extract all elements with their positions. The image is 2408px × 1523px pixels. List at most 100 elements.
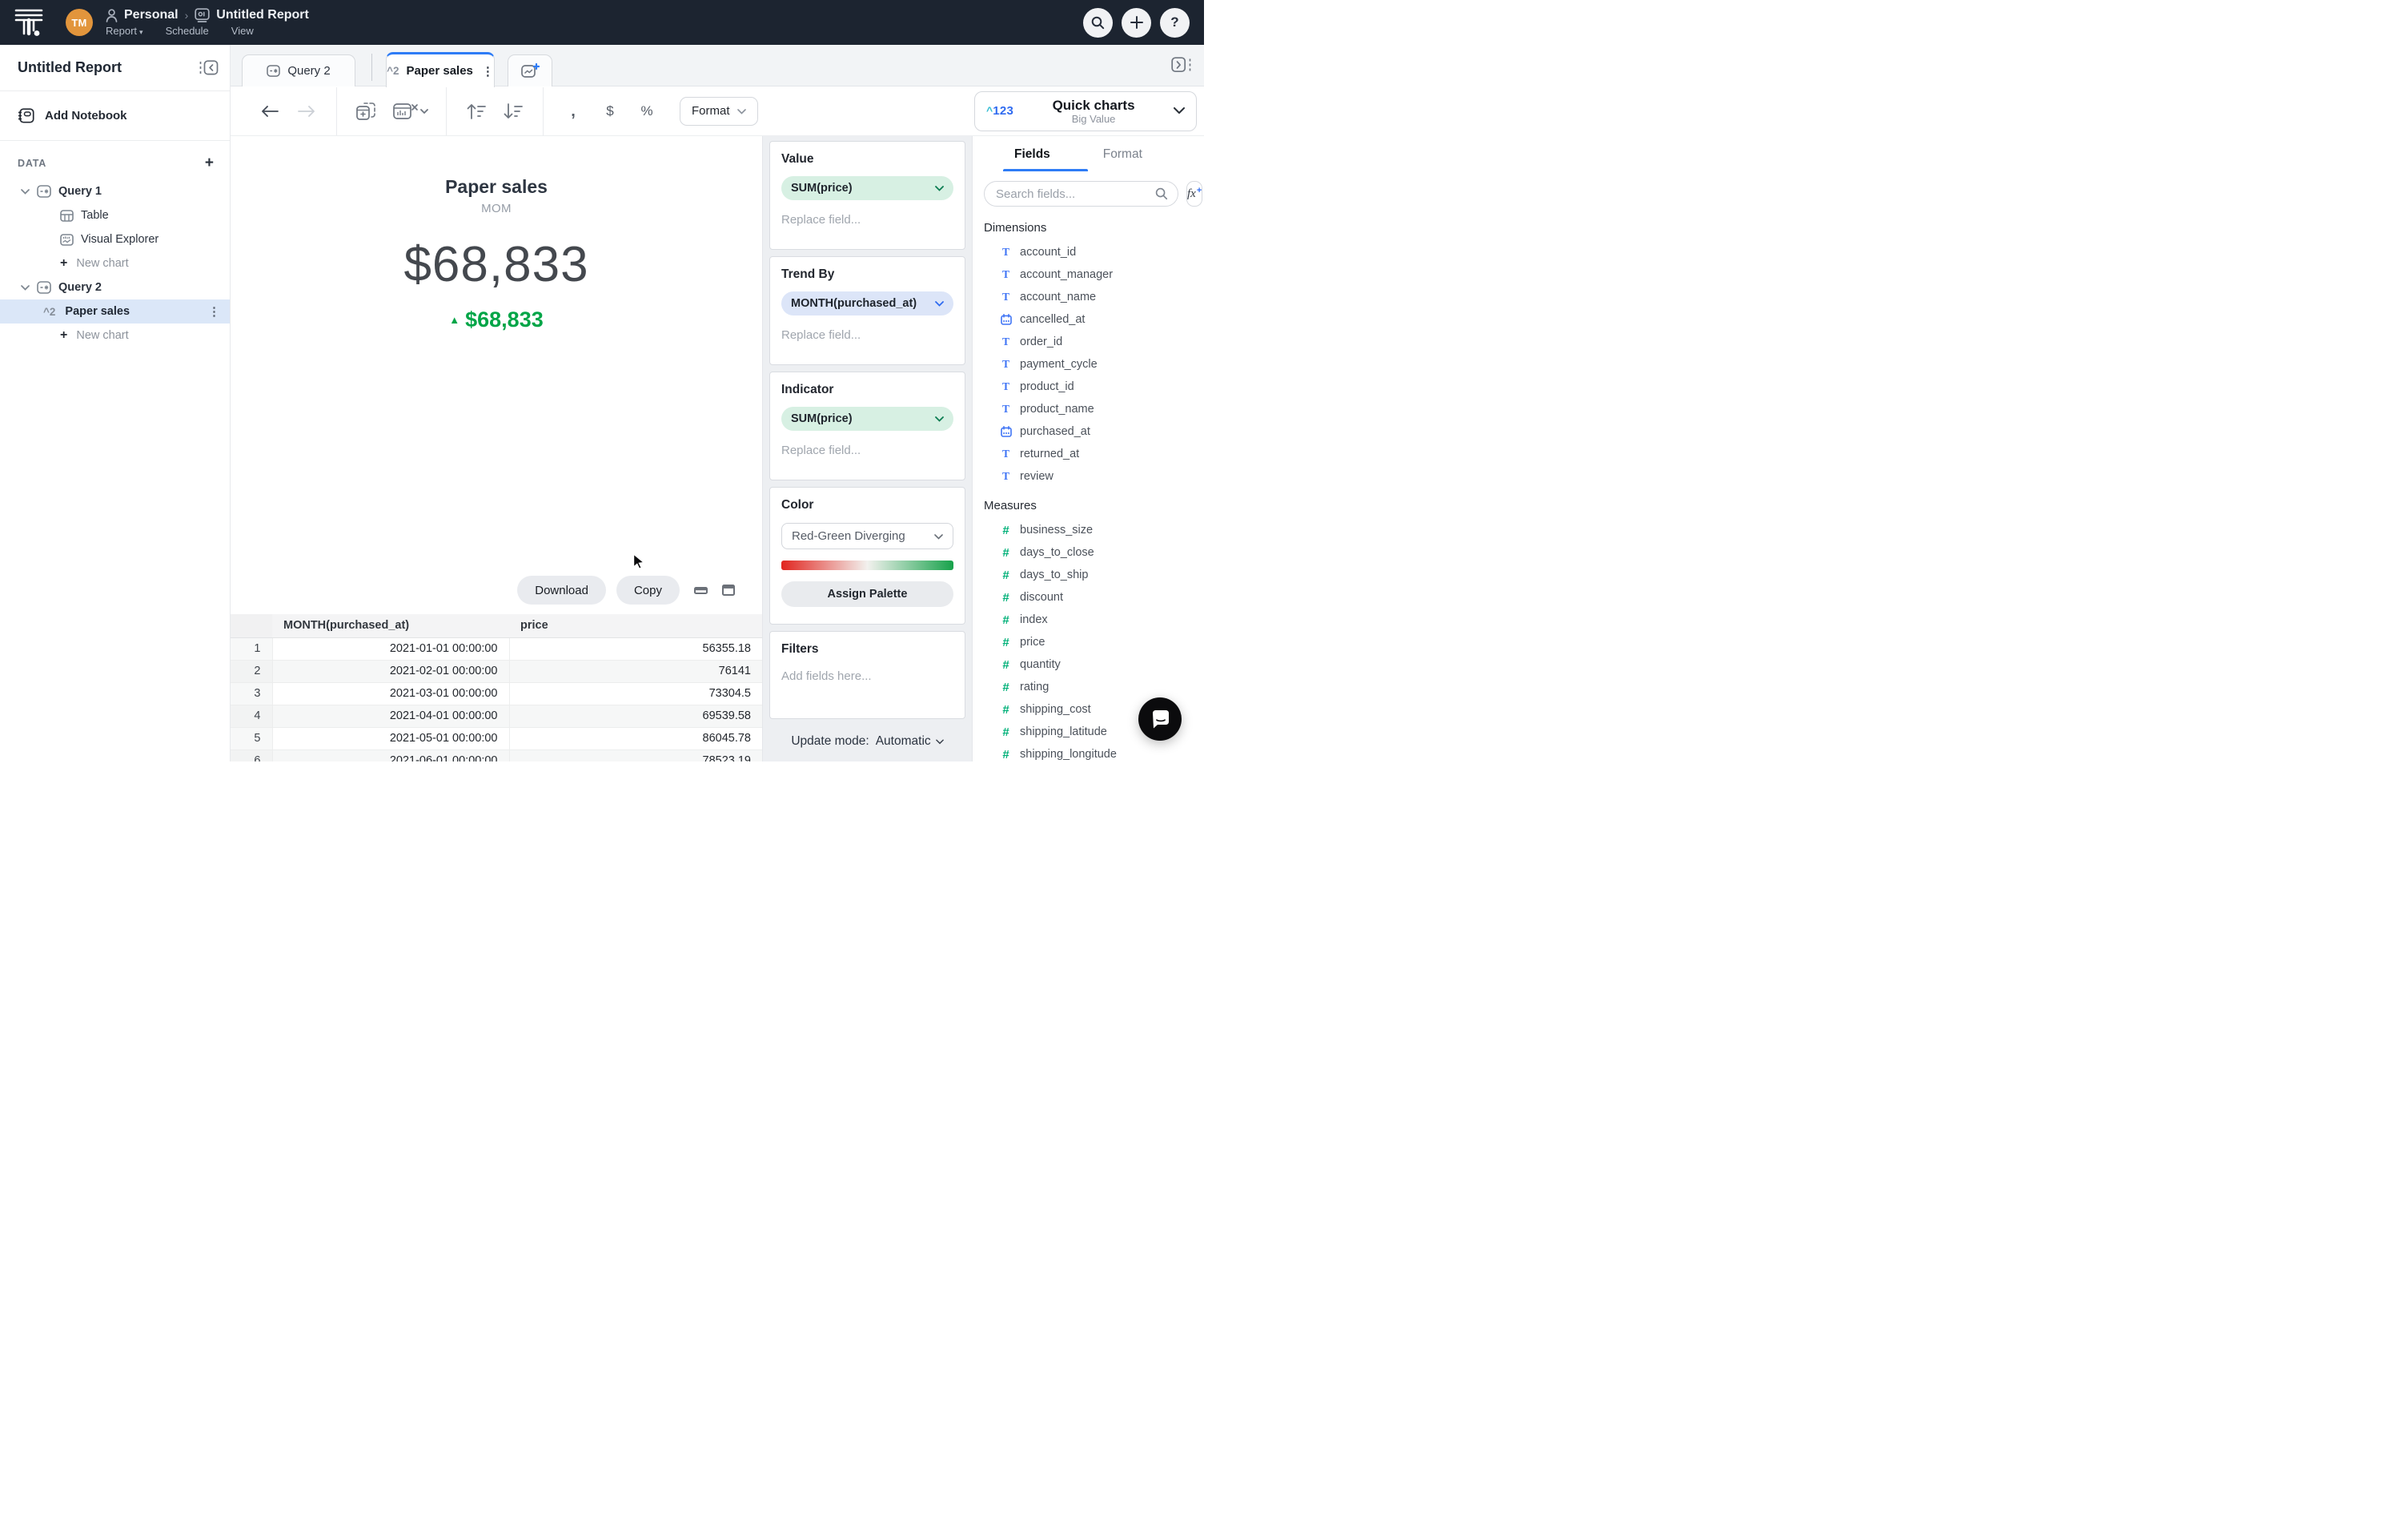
value-field-pill[interactable]: SUM(price) <box>781 176 953 200</box>
filters-drop-zone[interactable]: Add fields here... <box>781 669 953 683</box>
collapse-right-panel-button[interactable] <box>1171 57 1191 77</box>
collapse-sidebar-button[interactable] <box>199 60 219 75</box>
search-button[interactable] <box>1083 7 1113 38</box>
field-item[interactable]: T review <box>973 465 1204 488</box>
user-avatar[interactable]: TM <box>66 9 93 36</box>
field-item[interactable]: T product_name <box>973 398 1204 420</box>
tree-item-new-chart-query1[interactable]: + New chart <box>0 251 230 275</box>
tree-item-paper-sales[interactable]: ^2 Paper sales ⋮ <box>0 299 230 323</box>
field-item[interactable]: # quantity <box>973 653 1204 676</box>
field-item[interactable]: # days_to_close <box>973 541 1204 564</box>
field-item[interactable]: T account_manager <box>973 263 1204 286</box>
table-row[interactable]: 4 2021-04-01 00:00:00 69539.58 <box>231 705 762 728</box>
menu-view[interactable]: View <box>231 25 254 37</box>
trend-by-replace-field[interactable]: Replace field... <box>781 328 953 342</box>
search-fields-box[interactable] <box>984 181 1178 207</box>
sort-descending-button[interactable] <box>501 102 525 120</box>
breadcrumb-workspace[interactable]: Personal <box>124 8 179 22</box>
chart-canvas: Paper sales MOM $68,833 ▲ $68,833 Downlo… <box>231 136 762 762</box>
format-dropdown[interactable]: Format <box>680 96 758 126</box>
field-item[interactable]: # price <box>973 631 1204 653</box>
chevron-down-icon[interactable] <box>21 284 30 291</box>
field-label: rating <box>1020 681 1049 693</box>
duplicate-chart-button[interactable] <box>355 102 379 121</box>
add-data-button[interactable]: + <box>205 155 214 172</box>
tree-label: New chart <box>76 329 129 342</box>
tab-paper-sales-active[interactable]: ^2 Paper sales ⋮ <box>386 52 495 87</box>
search-fields-input[interactable] <box>996 187 1155 201</box>
table-row[interactable]: 6 2021-06-01 00:00:00 78523.19 <box>231 749 762 762</box>
field-item[interactable]: # shipping_longitude <box>973 743 1204 762</box>
field-item[interactable]: # rating <box>973 676 1204 698</box>
kebab-menu-icon[interactable]: ⋮ <box>482 64 494 78</box>
field-item[interactable]: T account_id <box>973 241 1204 263</box>
new-chart-tab-button[interactable] <box>508 54 552 86</box>
chat-support-button[interactable] <box>1138 697 1182 741</box>
table-row[interactable]: 5 2021-05-01 00:00:00 86045.78 <box>231 727 762 750</box>
download-button[interactable]: Download <box>517 576 606 605</box>
palette-select[interactable]: Red-Green Diverging <box>781 523 953 549</box>
table-row[interactable]: 1 2021-01-01 00:00:00 56355.18 <box>231 637 762 661</box>
breadcrumb-report-title[interactable]: Untitled Report <box>216 8 309 22</box>
field-item[interactable]: T payment_cycle <box>973 353 1204 376</box>
compact-table-view-button[interactable] <box>694 585 708 595</box>
table-header-month[interactable]: MONTH(purchased_at) <box>272 614 509 638</box>
brand-logo-icon[interactable] <box>14 9 43 36</box>
tab-fields[interactable]: Fields <box>1014 147 1050 171</box>
text-type-icon: T <box>1001 448 1009 460</box>
tree-item-visual-explorer[interactable]: Visual Explorer <box>0 227 230 251</box>
tree-item-query1[interactable]: Query 1 <box>0 179 230 203</box>
field-item[interactable]: # days_to_ship <box>973 564 1204 586</box>
indicator-replace-field[interactable]: Replace field... <box>781 444 953 457</box>
row-number-cell: 1 <box>231 637 272 661</box>
field-item[interactable]: cancelled_at <box>973 308 1204 331</box>
field-item[interactable]: T returned_at <box>973 443 1204 465</box>
field-label: returned_at <box>1020 448 1080 460</box>
tree-item-table[interactable]: Table <box>0 203 230 227</box>
redo-button[interactable] <box>295 105 319 117</box>
percent-format-button[interactable]: % <box>635 103 659 119</box>
field-item[interactable]: T order_id <box>973 331 1204 353</box>
copy-button[interactable]: Copy <box>616 576 680 605</box>
chevron-down-icon <box>1174 104 1185 119</box>
month-cell: 2021-01-01 00:00:00 <box>271 637 509 661</box>
tree-item-new-chart-query2[interactable]: + New chart <box>0 323 230 348</box>
field-item[interactable]: T account_name <box>973 286 1204 308</box>
help-button[interactable]: ? <box>1160 7 1190 38</box>
update-mode-select[interactable]: Automatic <box>876 734 944 749</box>
tab-query2[interactable]: Query 2 <box>242 54 355 86</box>
add-button[interactable] <box>1122 7 1151 38</box>
number-type-icon: # <box>1002 568 1009 582</box>
remove-chart-menu-button[interactable] <box>393 102 428 121</box>
add-calculated-field-button[interactable]: fx + <box>1186 181 1203 207</box>
kebab-menu-icon[interactable]: ⋮ <box>208 304 220 319</box>
row-number-cell: 4 <box>231 705 272 728</box>
thousands-separator-button[interactable]: , <box>561 103 585 119</box>
table-row[interactable]: 2 2021-02-01 00:00:00 76141 <box>231 660 762 683</box>
table-row[interactable]: 3 2021-03-01 00:00:00 73304.5 <box>231 682 762 705</box>
quick-charts-selector[interactable]: ^ 123 Quick charts Big Value <box>974 90 1197 131</box>
field-item[interactable]: # discount <box>973 586 1204 609</box>
chevron-down-icon[interactable] <box>21 188 30 195</box>
expanded-table-view-button[interactable] <box>722 585 735 596</box>
currency-format-button[interactable]: $ <box>598 103 622 119</box>
field-item[interactable]: purchased_at <box>973 420 1204 443</box>
tree-item-query2[interactable]: Query 2 <box>0 275 230 299</box>
field-item[interactable]: # index <box>973 609 1204 631</box>
add-notebook-button[interactable]: Add Notebook <box>0 91 230 141</box>
value-card-title: Value <box>781 152 814 166</box>
field-item[interactable]: T product_id <box>973 376 1204 398</box>
sort-ascending-button[interactable] <box>464 102 488 120</box>
assign-palette-button[interactable]: Assign Palette <box>781 581 953 607</box>
field-item[interactable]: # business_size <box>973 519 1204 541</box>
indicator-field-pill[interactable]: SUM(price) <box>781 407 953 431</box>
menu-report[interactable]: Report ▾ <box>106 25 143 37</box>
trend-by-field-pill[interactable]: MONTH(purchased_at) <box>781 291 953 315</box>
copy-card-plus-icon <box>356 102 375 120</box>
tab-format[interactable]: Format <box>1103 147 1142 171</box>
undo-button[interactable] <box>258 105 282 117</box>
menu-schedule[interactable]: Schedule <box>166 25 209 37</box>
field-pill-label: SUM(price) <box>791 412 853 425</box>
table-header-price[interactable]: price <box>509 614 762 638</box>
value-replace-field[interactable]: Replace field... <box>781 213 953 227</box>
